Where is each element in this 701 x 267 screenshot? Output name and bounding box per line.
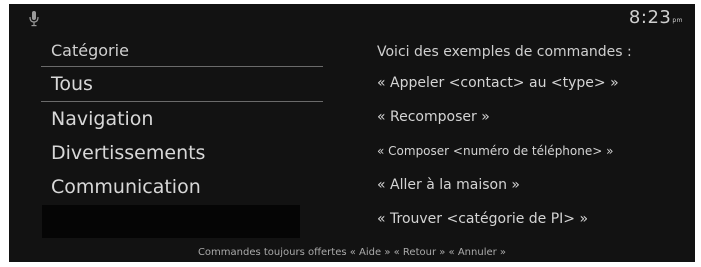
clock: 8:23pm bbox=[629, 7, 683, 28]
command-examples: Voici des exemples de commandes : « Appe… bbox=[377, 38, 691, 236]
microphone-icon bbox=[29, 11, 39, 27]
category-item-tous[interactable]: Tous bbox=[41, 67, 323, 102]
clock-ampm: pm bbox=[672, 17, 683, 24]
category-item-communication[interactable]: Communication bbox=[41, 170, 323, 204]
always-available-commands: Commandes toujours offertes « Aide » « R… bbox=[197, 247, 507, 258]
example-command: « Recomposer » bbox=[377, 109, 490, 125]
clock-time: 8:23 bbox=[628, 7, 672, 28]
category-item-divertissements[interactable]: Divertissements bbox=[41, 136, 323, 170]
category-item-navigation[interactable]: Navigation bbox=[41, 102, 323, 136]
example-command: « Appeler <contact> au <type> » bbox=[377, 75, 619, 91]
example-command: « Aller à la maison » bbox=[377, 177, 520, 193]
voice-command-screen: 8:23pm Catégorie Tous Navigation Diverti… bbox=[9, 4, 695, 262]
example-command: « Composer <numéro de téléphone> » bbox=[377, 144, 614, 158]
category-header: Catégorie bbox=[41, 36, 323, 67]
category-empty-slot bbox=[42, 205, 300, 238]
examples-title: Voici des exemples de commandes : bbox=[377, 44, 632, 60]
category-list: Catégorie Tous Navigation Divertissement… bbox=[41, 36, 323, 204]
example-command: « Trouver <catégorie de PI> » bbox=[377, 211, 589, 227]
